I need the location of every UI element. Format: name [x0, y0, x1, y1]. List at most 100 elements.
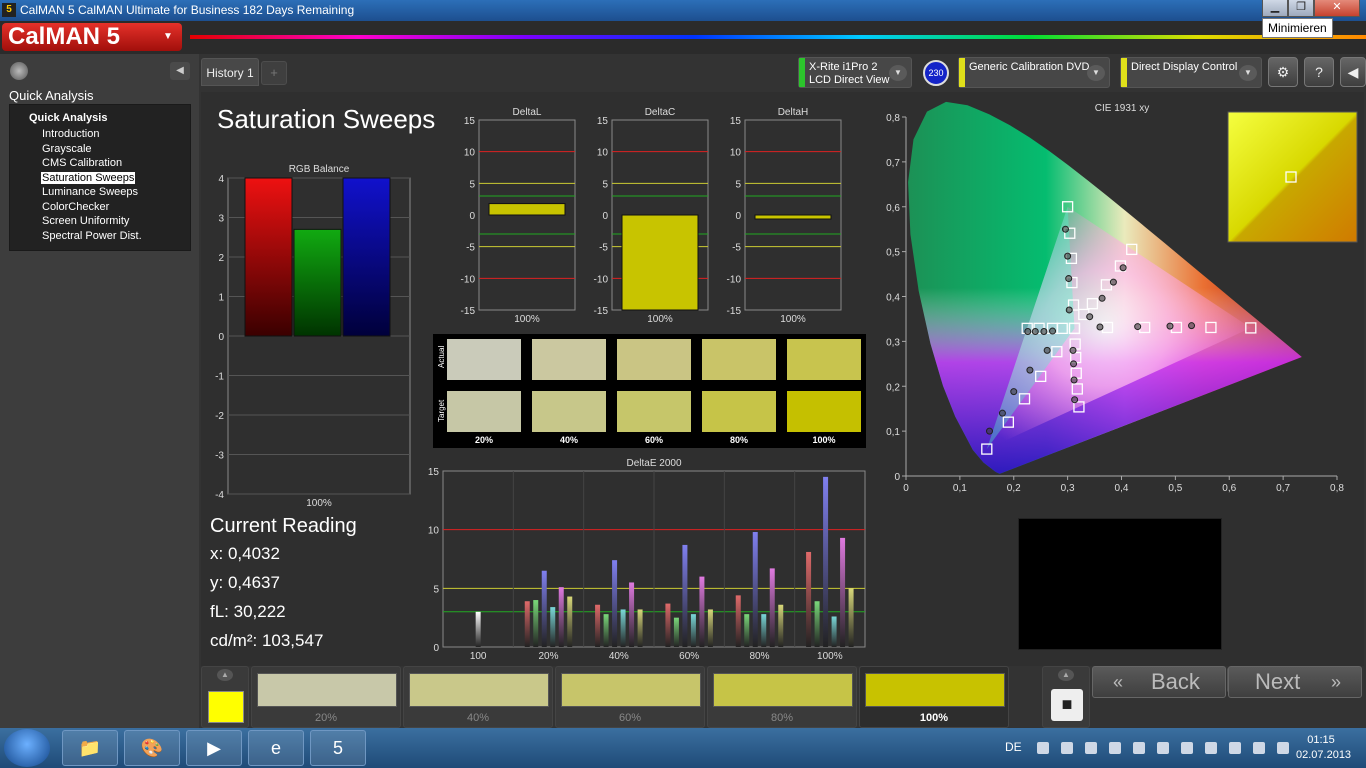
step-1[interactable]: 40%	[403, 666, 553, 728]
help-button[interactable]: ?	[1304, 57, 1334, 87]
measured-marker	[1031, 328, 1039, 336]
rgb-tick: 1	[218, 293, 224, 304]
gear-icon: ⚙	[1276, 64, 1290, 80]
step-3[interactable]: 80%	[707, 666, 857, 728]
start-button[interactable]	[4, 729, 50, 767]
workflow-item[interactable]: Spectral Power Dist.	[41, 230, 143, 242]
media-player-icon[interactable]: ▶	[186, 730, 242, 766]
settings-button[interactable]: ⚙	[1268, 57, 1298, 87]
tray-icon[interactable]	[1133, 742, 1145, 754]
deltae-category: 20%	[538, 651, 558, 662]
minimize-button[interactable]: ▁	[1262, 0, 1288, 17]
chevron-down-icon[interactable]: ▼	[889, 65, 907, 81]
workflow-item[interactable]: ColorChecker	[41, 201, 110, 213]
stop-icon[interactable]: ■	[1051, 689, 1083, 721]
swatch-label: 40%	[559, 435, 578, 445]
delta_c-title: DeltaC	[645, 107, 676, 118]
source-name: Generic Calibration DVD	[969, 61, 1090, 73]
back-button[interactable]: « Back	[1092, 666, 1226, 698]
deltae-bar-cyan	[550, 607, 556, 647]
tray-icon[interactable]	[1085, 742, 1097, 754]
clock[interactable]: 01:15 02.07.2013	[1296, 733, 1352, 763]
next-button[interactable]: Next »	[1228, 666, 1362, 698]
left-panel: ◀ Quick Analysis Quick Analysis Introduc…	[0, 54, 199, 728]
delta-tick: -10	[727, 274, 742, 285]
step-swatch	[409, 673, 549, 707]
workflow-item[interactable]: Introduction	[41, 128, 100, 140]
cie-ytick: 0,5	[886, 248, 900, 259]
delta_l-title: DeltaL	[513, 107, 542, 118]
logo-text: CalMAN 5	[8, 23, 121, 50]
tray-icon[interactable]	[1277, 742, 1289, 754]
app-icon[interactable]: 5	[2, 3, 16, 17]
cie-ytick: 0	[894, 472, 900, 483]
delta_h-bar	[754, 214, 832, 220]
display-status-strip	[1121, 58, 1127, 87]
deltae-bar-yellow	[778, 604, 784, 647]
chevron-down-icon[interactable]: ▼	[1239, 65, 1257, 81]
title-bar: 5 CalMAN 5 CalMAN Ultimate for Business …	[0, 0, 1366, 21]
add-tab-button[interactable]: +	[261, 61, 287, 85]
measured-marker	[998, 409, 1006, 417]
content-area: Saturation Sweeps RGB Balance 4 3 2 1 0 -1 -2 -3…	[201, 92, 1364, 666]
workflow-item[interactable]: Luminance Sweeps	[41, 186, 139, 198]
cie-ytick: 0,2	[886, 382, 900, 393]
clock-date: 02.07.2013	[1296, 749, 1352, 761]
deltae-category: 40%	[609, 651, 629, 662]
tray-icon[interactable]	[1181, 742, 1193, 754]
collapse-panel-button[interactable]: ◀	[170, 62, 190, 80]
deltae-bar-cyan	[831, 616, 837, 647]
meter-badge[interactable]: 230	[923, 60, 949, 86]
chevron-up-icon[interactable]: ▲	[1058, 669, 1074, 681]
delta-tick: 10	[730, 148, 742, 159]
delta-tick: -5	[599, 243, 608, 254]
language-indicator[interactable]: DE	[1005, 740, 1022, 754]
step-0[interactable]: 20%	[251, 666, 401, 728]
tray-icon[interactable]	[1253, 742, 1265, 754]
tray-icon[interactable]	[1037, 742, 1049, 754]
deltae-category: 100%	[817, 651, 843, 662]
actual-row-label: Actual	[437, 345, 446, 368]
workflow-item[interactable]: Grayscale	[41, 143, 93, 155]
target-swatch	[447, 391, 521, 432]
paint-icon[interactable]: 🎨	[124, 730, 180, 766]
deltae-bar-yellow	[567, 596, 573, 647]
deltae-bar-red	[806, 551, 812, 647]
meter-selector[interactable]: X-Rite i1Pro 2 LCD Direct View ▼	[798, 57, 912, 88]
calman-logo-menu[interactable]: CalMAN 5 ▼	[2, 23, 182, 51]
deltae-category: 80%	[749, 651, 769, 662]
maximize-button[interactable]: ❐	[1288, 0, 1314, 17]
step-4[interactable]: 100%	[859, 666, 1009, 728]
main-area: History 1 + X-Rite i1Pro 2 LCD Direct Vie…	[199, 54, 1366, 728]
source-selector[interactable]: Generic Calibration DVD ▼	[958, 57, 1110, 88]
current-reading-title: Current Reading	[210, 515, 357, 537]
step-2[interactable]: 60%	[555, 666, 705, 728]
measured-marker	[1061, 225, 1069, 233]
chevron-down-icon[interactable]: ▼	[1087, 65, 1105, 81]
display-selector[interactable]: Direct Display Control ▼	[1120, 57, 1262, 88]
tray-icon[interactable]	[1109, 742, 1121, 754]
workflow-dot-icon[interactable]	[10, 62, 28, 80]
collapse-right-button[interactable]: ◀	[1340, 57, 1366, 87]
workflow-item[interactable]: CMS Calibration	[41, 157, 123, 169]
measured-marker	[1065, 275, 1073, 283]
close-button[interactable]: ✕	[1314, 0, 1360, 17]
deltae-bar-blue	[682, 544, 688, 647]
tray-icon[interactable]	[1061, 742, 1073, 754]
workflow-item[interactable]: Saturation Sweeps	[41, 171, 136, 184]
tree-root[interactable]: Quick Analysis	[29, 112, 107, 124]
chevron-up-icon[interactable]: ▲	[217, 669, 233, 681]
tray-icon[interactable]	[1229, 742, 1241, 754]
tray-icon[interactable]	[1205, 742, 1217, 754]
internet-explorer-icon[interactable]: e	[248, 730, 304, 766]
tray-icon[interactable]	[1157, 742, 1169, 754]
current-color-box[interactable]: ▲	[201, 666, 249, 728]
calman-taskbar-icon[interactable]: 5	[310, 730, 366, 766]
stop-box[interactable]: ▲ ■	[1042, 666, 1090, 728]
help-icon: ?	[1315, 64, 1323, 80]
explorer-icon[interactable]: 📁	[62, 730, 118, 766]
workflow-item[interactable]: Screen Uniformity	[41, 215, 130, 227]
deltae-bar-blue	[612, 560, 618, 647]
delta-tick: 0	[735, 211, 741, 222]
tab-history-1[interactable]: History 1	[201, 58, 259, 86]
